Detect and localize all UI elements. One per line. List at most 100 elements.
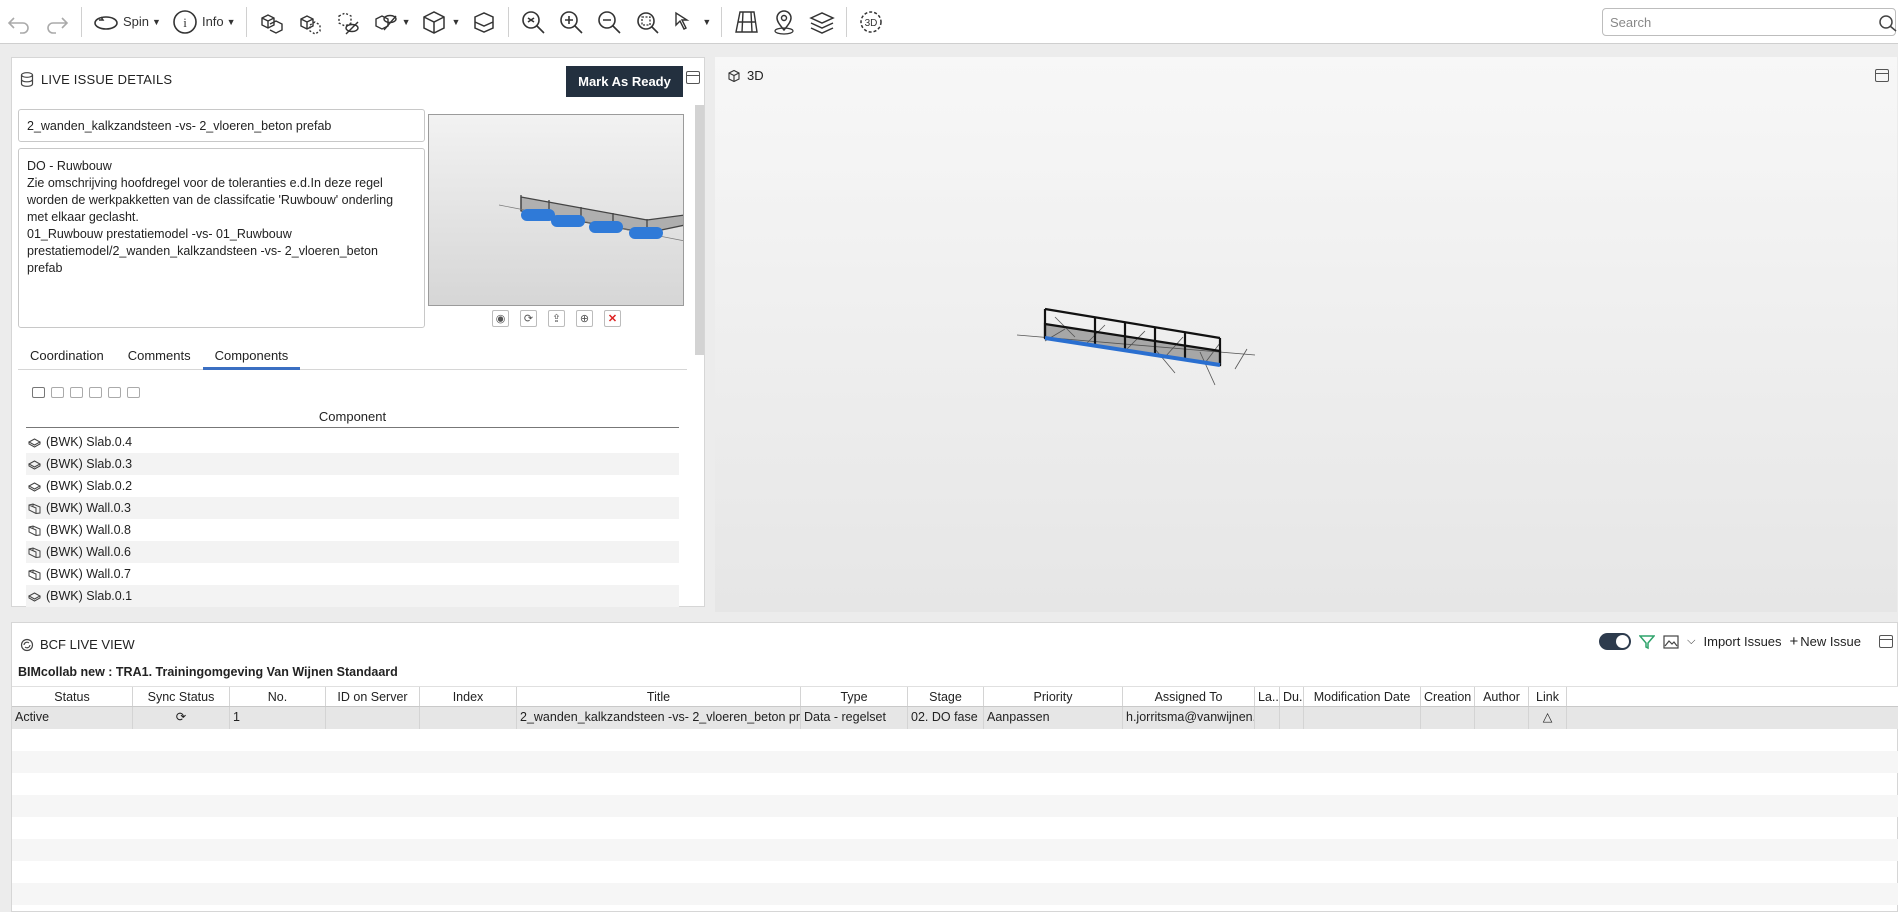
- component-row[interactable]: (BWK) Wall.0.8: [26, 519, 679, 541]
- column-header[interactable]: Du...: [1280, 687, 1304, 706]
- toolbar-separator: [508, 6, 510, 37]
- select-component-icon[interactable]: [70, 387, 83, 398]
- image-icon[interactable]: [1663, 634, 1679, 650]
- zoom-extents-button[interactable]: [515, 6, 551, 38]
- tab-coordination[interactable]: Coordination: [18, 348, 116, 370]
- component-row[interactable]: (BWK) Slab.0.4: [26, 431, 679, 453]
- isolate-button[interactable]: [291, 6, 327, 38]
- zoom-icon[interactable]: ⊕: [576, 310, 593, 327]
- component-row[interactable]: (BWK) Wall.0.3: [26, 497, 679, 519]
- undo-icon: [7, 16, 29, 34]
- import-issues-button[interactable]: Import Issues: [1704, 634, 1782, 649]
- dock-panel-icon[interactable]: [686, 71, 700, 84]
- info-button[interactable]: i Info ▼: [167, 6, 240, 38]
- undo-button[interactable]: [1, 6, 37, 38]
- 3d-viewport[interactable]: 3D: [715, 57, 1897, 612]
- empty-row: [12, 795, 1898, 817]
- column-header[interactable]: Type: [801, 687, 908, 706]
- chevron-down-icon[interactable]: ⌵: [1687, 635, 1695, 648]
- column-header[interactable]: La...: [1255, 687, 1280, 706]
- wall-icon: [28, 568, 41, 580]
- panel-title-text: LIVE ISSUE DETAILS: [41, 72, 173, 87]
- search-box[interactable]: [1602, 8, 1897, 36]
- component-label: (BWK) Wall.0.3: [46, 501, 131, 515]
- dock-viewport-icon[interactable]: [1875, 69, 1889, 82]
- tab-comments[interactable]: Comments: [116, 348, 203, 370]
- component-row[interactable]: (BWK) Wall.0.6: [26, 541, 679, 563]
- hide-button[interactable]: [329, 6, 365, 38]
- layers-button[interactable]: [804, 6, 840, 38]
- cube-outline-icon: [728, 69, 740, 82]
- component-row[interactable]: (BWK) Slab.0.2: [26, 475, 679, 497]
- component-label: (BWK) Slab.0.4: [46, 435, 133, 449]
- chevron-down-icon: ▼: [401, 16, 411, 27]
- dock-bcf-icon[interactable]: [1879, 635, 1893, 648]
- column-header[interactable]: No.: [230, 687, 326, 706]
- new-issue-button[interactable]: New Issue: [1800, 634, 1861, 649]
- sync-icon: ⟳: [175, 710, 187, 724]
- cell-title: 2_wanden_kalkzandsteen -vs- 2_vloeren_be…: [517, 707, 801, 729]
- hide-objects-icon: [337, 11, 359, 34]
- 3d-settings-button[interactable]: 3D: [853, 6, 889, 38]
- redo-button[interactable]: [39, 6, 75, 38]
- upload-icon[interactable]: ⇪: [548, 310, 565, 327]
- cursor-icon: [675, 11, 690, 30]
- plus-icon: +: [1789, 633, 1799, 650]
- delete-icon[interactable]: ✕: [604, 310, 621, 327]
- bcf-project-name: BIMcollab new : TRA1. Trainingomgeving V…: [18, 665, 398, 679]
- column-header[interactable]: Modification Date: [1304, 687, 1421, 706]
- panel-title: LIVE ISSUE DETAILS: [20, 72, 172, 87]
- column-header[interactable]: Sync Status: [133, 687, 230, 706]
- zoom-selection-icon: [637, 11, 659, 34]
- zoom-in-icon: [560, 10, 583, 34]
- unlock-icon[interactable]: [127, 387, 140, 398]
- slab-icon: [28, 437, 41, 448]
- column-header[interactable]: Title: [517, 687, 801, 706]
- column-header[interactable]: Assigned To: [1123, 687, 1255, 706]
- select-mode-button[interactable]: ▼: [667, 6, 715, 38]
- search-icon: [1879, 15, 1897, 32]
- lock-icon[interactable]: [108, 387, 121, 398]
- empty-cell: [1421, 707, 1475, 729]
- column-header[interactable]: Stage: [908, 687, 984, 706]
- zoom-in-button[interactable]: [553, 6, 589, 38]
- table-row[interactable]: Active ⟳ 1 2_wanden_kalkzandsteen -vs- 2_vl…: [12, 707, 1898, 729]
- column-header[interactable]: Link: [1529, 687, 1567, 706]
- issue-snapshot[interactable]: [428, 114, 684, 306]
- grid-button[interactable]: [728, 6, 764, 38]
- column-header[interactable]: Status: [12, 687, 133, 706]
- zoom-out-button[interactable]: [591, 6, 627, 38]
- column-header[interactable]: Author: [1475, 687, 1529, 706]
- column-header[interactable]: Creation ...: [1421, 687, 1475, 706]
- remove-component-icon[interactable]: [32, 387, 45, 398]
- live-toggle[interactable]: [1599, 633, 1632, 650]
- cube-view-button[interactable]: ▼: [416, 6, 464, 38]
- column-header[interactable]: Index: [420, 687, 517, 706]
- tab-components[interactable]: Components: [202, 348, 301, 370]
- add-selection-icon[interactable]: [89, 387, 102, 398]
- mark-as-ready-button[interactable]: Mark As Ready: [566, 66, 683, 97]
- isolate-component-icon[interactable]: [51, 387, 64, 398]
- issue-title-field[interactable]: 2_wanden_kalkzandsteen -vs- 2_vloeren_be…: [18, 109, 425, 142]
- camera-icon[interactable]: ◉: [492, 310, 509, 327]
- refresh-icon[interactable]: ⟳: [520, 310, 537, 327]
- filter-icon[interactable]: [1639, 634, 1656, 650]
- select-objects-button[interactable]: [253, 6, 289, 38]
- column-header[interactable]: ID on Server: [326, 687, 420, 706]
- location-button[interactable]: [766, 6, 802, 38]
- column-header[interactable]: Priority: [984, 687, 1123, 706]
- visibility-button[interactable]: ▼: [367, 6, 415, 38]
- zoom-selection-button[interactable]: [629, 6, 665, 38]
- component-row[interactable]: (BWK) Slab.0.3: [26, 453, 679, 475]
- toolbar-separator: [245, 6, 247, 37]
- layers-icon: [809, 11, 836, 34]
- issue-description-field[interactable]: DO - Ruwbouw Zie omschrijving hoofdregel…: [18, 148, 425, 328]
- component-row[interactable]: (BWK) Slab.0.1: [26, 585, 679, 607]
- chevron-down-icon: ▼: [702, 16, 712, 27]
- search-input[interactable]: [1610, 14, 1865, 30]
- cube-icon: [423, 10, 446, 34]
- spin-button[interactable]: Spin ▼: [88, 6, 165, 38]
- panel-scrollbar[interactable]: [695, 105, 704, 355]
- section-box-button[interactable]: [466, 6, 502, 38]
- component-row[interactable]: (BWK) Wall.0.7: [26, 563, 679, 585]
